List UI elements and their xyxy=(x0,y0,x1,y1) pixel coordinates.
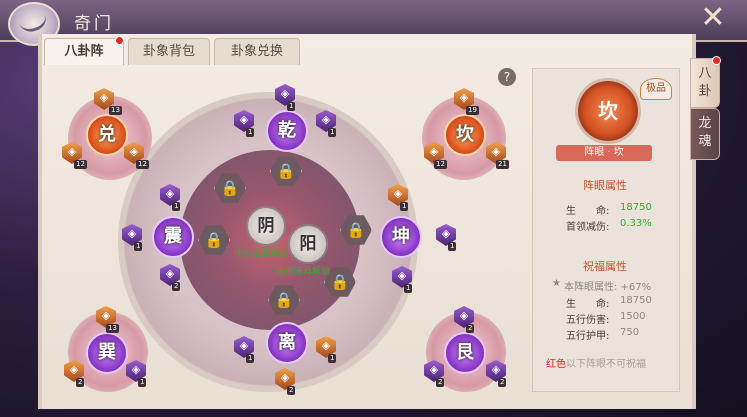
slot-count: 2 xyxy=(436,378,445,387)
tab-label: 八卦阵 xyxy=(64,44,104,59)
slot-count: 1 xyxy=(404,284,413,293)
slot-count: 1 xyxy=(287,102,296,111)
attr-label: 五行伤害: xyxy=(566,315,610,326)
unlock-hint: 使用道具解锁 xyxy=(234,249,289,259)
trigram-li[interactable]: 离 xyxy=(266,322,308,364)
tab-hexagram-exchange[interactable]: 卦象兑换 xyxy=(214,38,300,65)
side-tab-label: 八 卦 xyxy=(698,66,712,99)
window-title: 奇门 xyxy=(74,14,114,34)
yang-button[interactable]: 阳 xyxy=(288,224,328,264)
side-tab-bagua[interactable]: 八 卦 xyxy=(690,58,720,108)
slot-count: 12 xyxy=(74,160,87,169)
notification-dot xyxy=(115,36,124,45)
attr-value: 0.33% xyxy=(620,218,652,229)
attr-value: 750 xyxy=(620,327,640,338)
attr-label: 首领减伤: xyxy=(566,222,610,233)
slot-count: 12 xyxy=(136,160,149,169)
warning-red-word: 红色 xyxy=(546,359,566,370)
slot-count: 1 xyxy=(246,128,255,137)
slot-count: 1 xyxy=(448,242,457,251)
section-bless-attrs: 祝福属性 xyxy=(583,260,627,273)
tab-label: 卦象背包 xyxy=(142,44,195,59)
slot-count: 13 xyxy=(106,324,119,333)
tab-label: 卦象兑换 xyxy=(230,44,283,59)
star-icon: ★ xyxy=(552,278,561,289)
slot-count: 1 xyxy=(172,202,181,211)
selected-trigram-icon: 坎 xyxy=(575,78,641,144)
trigram-kan[interactable]: 坎 xyxy=(444,114,486,156)
slot-count: 1 xyxy=(138,378,147,387)
attr-value: 1500 xyxy=(620,311,646,322)
attr-label: 生 命: xyxy=(566,299,610,310)
trigram-qian[interactable]: 乾 xyxy=(266,110,308,152)
slot-count: 1 xyxy=(246,354,255,363)
grade-badge: 极品 xyxy=(640,78,672,100)
slot-count: 2 xyxy=(172,282,181,291)
slot-count: 1 xyxy=(400,202,409,211)
trigram-dui[interactable]: 兑 xyxy=(86,114,128,156)
tab-hexagram-bag[interactable]: 卦象背包 xyxy=(128,38,210,65)
trigram-zhen[interactable]: 震 xyxy=(152,216,194,258)
slot-count: 2 xyxy=(466,324,475,333)
yin-button[interactable]: 阴 xyxy=(246,206,286,246)
slot-count: 2 xyxy=(76,378,85,387)
attr-value: 18750 xyxy=(620,295,652,306)
slot-count: 1 xyxy=(134,242,143,251)
selected-trigram-name: 阵眼 · 坎 xyxy=(556,145,652,161)
slot-count: 12 xyxy=(434,160,447,169)
warning-text: 以下阵眼不可祝福 xyxy=(566,359,646,370)
slot-count: 19 xyxy=(466,106,479,115)
trigram-xun[interactable]: 巽 xyxy=(86,332,128,374)
slot-count: 2 xyxy=(498,378,507,387)
bless-warning: 红色以下阵眼不可祝福 xyxy=(546,355,646,370)
section-eye-attrs: 阵眼属性 xyxy=(583,179,627,192)
slot-count: 1 xyxy=(328,354,337,363)
bless-bonus: 本阵眼属性: +67% xyxy=(564,282,652,293)
slot-count: 1 xyxy=(328,128,337,137)
attr-label: 生 命: xyxy=(566,206,610,217)
attr-label: 五行护甲: xyxy=(566,331,610,342)
tab-bagua-array[interactable]: 八卦阵 xyxy=(44,38,124,65)
side-tab-label: 龙 魂 xyxy=(698,116,712,149)
trigram-kun[interactable]: 坤 xyxy=(380,216,422,258)
attr-value: 18750 xyxy=(620,202,652,213)
slot-count: 21 xyxy=(496,160,509,169)
slot-count: 13 xyxy=(109,106,122,115)
unlock-hint: 使用道具解锁 xyxy=(276,267,331,277)
notification-dot xyxy=(712,56,721,65)
trigram-gen[interactable]: 艮 xyxy=(444,332,486,374)
slot-count: 2 xyxy=(287,386,296,395)
side-tab-dragon-soul[interactable]: 龙 魂 xyxy=(690,108,720,160)
help-icon[interactable]: ? xyxy=(498,68,516,86)
close-icon[interactable]: ✕ xyxy=(698,3,728,34)
